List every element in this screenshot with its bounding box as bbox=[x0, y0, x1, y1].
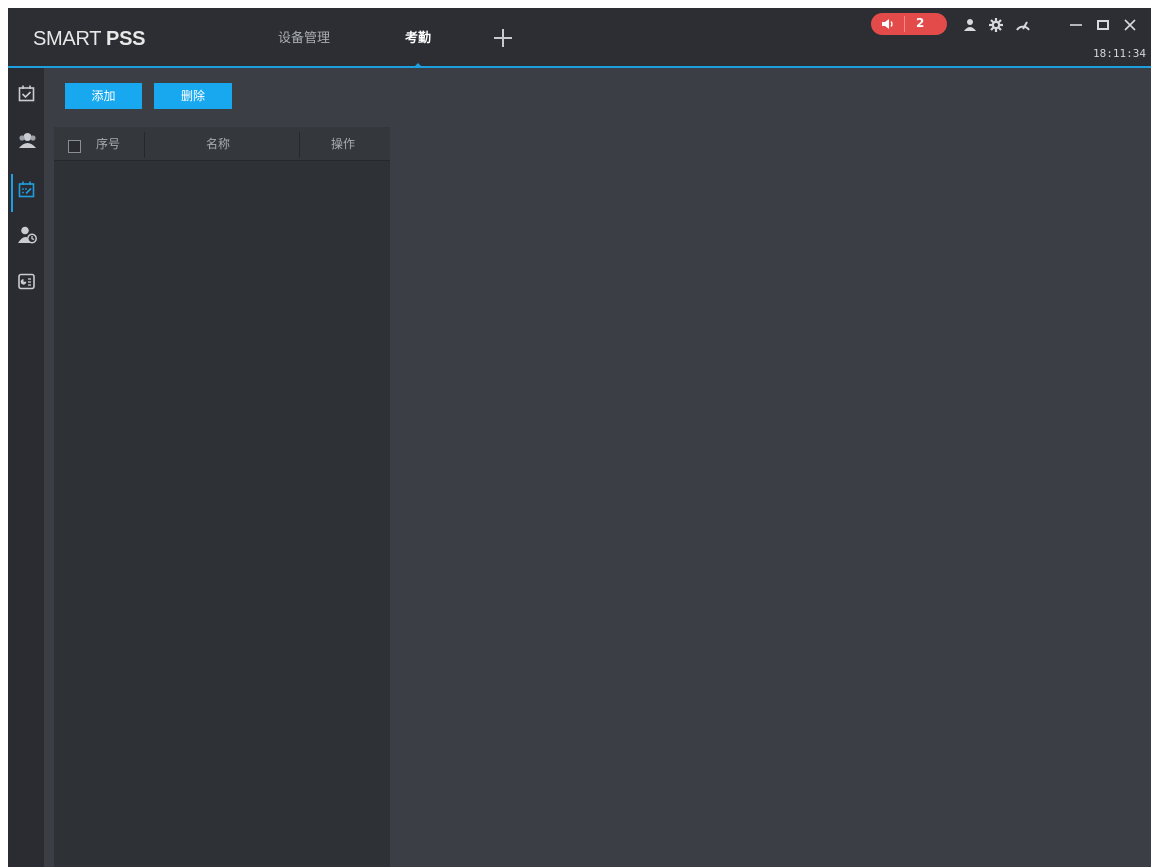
column-header-name: 名称 bbox=[206, 137, 231, 151]
clock: 18:11:34 bbox=[1093, 47, 1146, 60]
sidebar-item-attendance-check[interactable] bbox=[8, 76, 44, 112]
column-header-index: 序号 bbox=[96, 137, 121, 151]
add-tab-button[interactable] bbox=[491, 26, 515, 50]
table-header: 序号 名称 操作 bbox=[54, 127, 390, 161]
logo-text-bold: PSS bbox=[106, 28, 146, 50]
tab-attendance[interactable]: 考勤 bbox=[405, 8, 432, 68]
close-icon[interactable] bbox=[1122, 17, 1138, 33]
gear-icon[interactable] bbox=[988, 17, 1004, 33]
sidebar-item-users[interactable] bbox=[8, 123, 44, 159]
minimize-icon[interactable] bbox=[1068, 17, 1084, 33]
sidebar-item-schedule[interactable] bbox=[8, 172, 44, 212]
alarm-badge[interactable]: 2 bbox=[871, 13, 947, 35]
app-logo: SMART PSS bbox=[33, 28, 145, 51]
maximize-icon[interactable] bbox=[1095, 17, 1111, 33]
sidebar-item-report[interactable] bbox=[8, 264, 44, 300]
list-panel: 序号 名称 操作 bbox=[54, 127, 390, 867]
users-icon bbox=[19, 133, 36, 148]
select-all-checkbox[interactable] bbox=[68, 140, 81, 153]
sidebar-rail bbox=[8, 68, 44, 867]
report-card-icon bbox=[18, 273, 35, 290]
column-header-action: 操作 bbox=[331, 137, 356, 151]
sidebar-item-user-schedule[interactable] bbox=[8, 217, 44, 253]
user-clock-icon bbox=[18, 226, 37, 244]
column-divider bbox=[144, 132, 145, 158]
attendance-check-icon bbox=[18, 85, 35, 102]
user-icon[interactable] bbox=[962, 17, 978, 33]
tab-device-management[interactable]: 设备管理 bbox=[278, 8, 330, 66]
column-divider bbox=[299, 132, 300, 158]
active-tab-indicator bbox=[413, 63, 423, 68]
speaker-icon bbox=[882, 19, 893, 29]
app-window: SMART PSS 设备管理 考勤 2 18:11:34 添加 删除 序号 名称… bbox=[8, 8, 1151, 867]
delete-button[interactable]: 删除 bbox=[154, 83, 232, 109]
tab-label: 设备管理 bbox=[278, 31, 331, 46]
add-button[interactable]: 添加 bbox=[65, 83, 142, 109]
alarm-divider bbox=[904, 16, 905, 32]
performance-gauge-icon[interactable] bbox=[1015, 17, 1031, 33]
logo-text-light: SMART bbox=[33, 28, 107, 50]
title-bar: SMART PSS 设备管理 考勤 2 18:11:34 bbox=[8, 8, 1151, 68]
alarm-count: 2 bbox=[916, 16, 925, 30]
tab-label: 考勤 bbox=[405, 31, 432, 46]
schedule-calendar-icon bbox=[18, 181, 35, 198]
